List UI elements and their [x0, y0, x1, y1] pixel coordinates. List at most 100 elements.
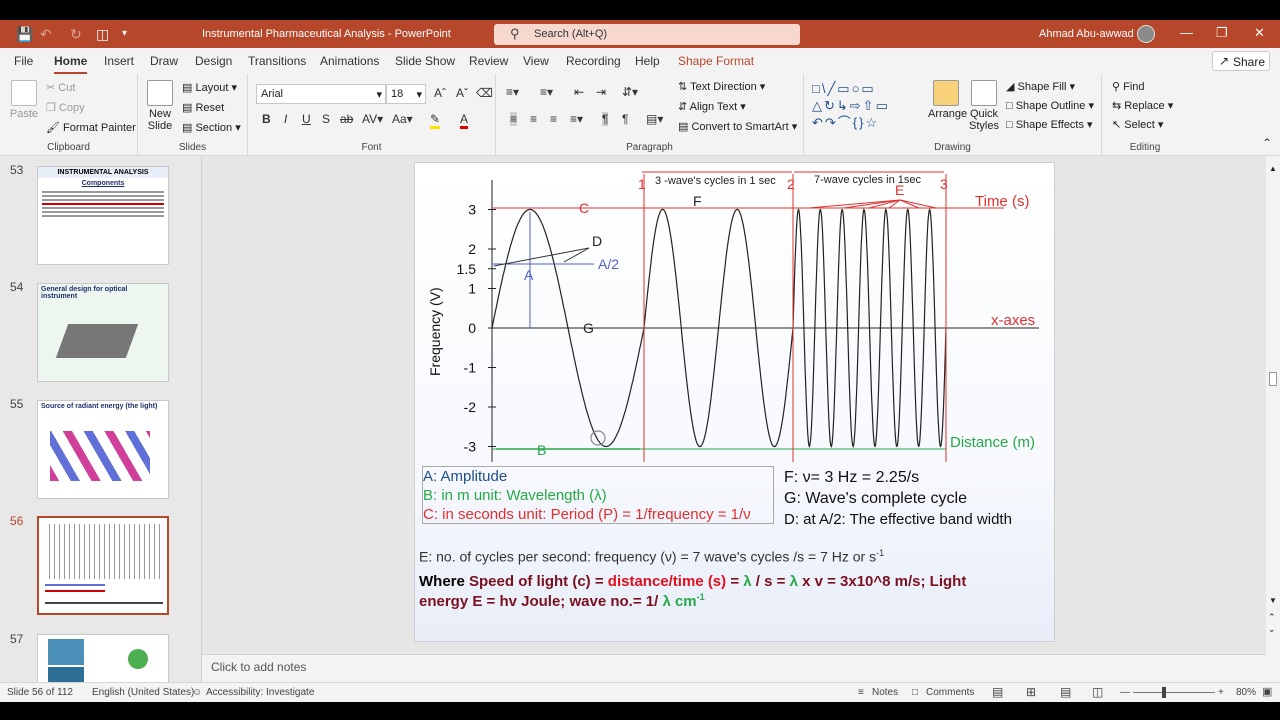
font-name-select[interactable]: Arial ▾: [256, 84, 386, 104]
close-icon[interactable]: ✕: [1254, 25, 1265, 41]
tab-recording[interactable]: Recording: [566, 54, 621, 68]
copy-button[interactable]: ❐ Copy: [46, 101, 85, 114]
notes-pane[interactable]: Click to add notes: [202, 654, 1266, 682]
save-icon[interactable]: 💾: [16, 26, 33, 43]
italic-icon[interactable]: I: [284, 112, 287, 126]
notes-icon[interactable]: ≡: [858, 687, 864, 698]
tab-draw[interactable]: Draw: [150, 54, 178, 68]
scroll-up-icon[interactable]: ▲: [1269, 164, 1277, 173]
reset-button[interactable]: ▤ Reset: [182, 101, 224, 114]
tab-file[interactable]: File: [14, 54, 33, 68]
bold-icon[interactable]: B: [262, 112, 271, 126]
slide-thumbnail-57[interactable]: [37, 634, 169, 684]
next-slide-icon[interactable]: ⌄: [1268, 624, 1276, 635]
slide-sorter-icon[interactable]: ⊞: [1026, 685, 1036, 699]
convert-smartart-button[interactable]: ▤ Convert to SmartArt ▾: [678, 120, 797, 133]
tab-view[interactable]: View: [523, 54, 549, 68]
numbering-icon[interactable]: ≡▾: [540, 85, 553, 99]
normal-view-icon[interactable]: ▤: [992, 685, 1003, 699]
avatar[interactable]: [1137, 25, 1155, 43]
columns-icon[interactable]: ▤▾: [646, 112, 663, 126]
underline-icon[interactable]: U: [302, 112, 311, 126]
rtl-icon[interactable]: ¶: [622, 112, 628, 126]
paste-button[interactable]: Paste: [8, 80, 40, 120]
slide-thumbnail-54[interactable]: General design for optical instrument: [37, 283, 169, 382]
tab-animations[interactable]: Animations: [320, 54, 379, 68]
redo-icon[interactable]: ↻: [70, 26, 82, 43]
reading-view-icon[interactable]: ▤: [1060, 685, 1071, 699]
zoom-out-icon[interactable]: —: [1120, 687, 1130, 698]
shadow-icon[interactable]: S: [322, 112, 330, 126]
tab-insert[interactable]: Insert: [104, 54, 134, 68]
zoom-level[interactable]: 80%: [1236, 687, 1256, 698]
zoom-slider[interactable]: [1133, 692, 1215, 693]
increase-font-icon[interactable]: Aˆ: [434, 86, 446, 100]
decrease-font-icon[interactable]: Aˇ: [456, 86, 468, 100]
strikethrough-icon[interactable]: ab: [340, 112, 353, 126]
bullets-icon[interactable]: ≡▾: [506, 85, 519, 99]
fit-to-window-icon[interactable]: ▣: [1262, 685, 1272, 698]
collapse-ribbon-icon[interactable]: ⌃: [1262, 136, 1272, 150]
comments-button[interactable]: Comments: [926, 687, 974, 698]
line-spacing-icon[interactable]: ⇵▾: [622, 85, 638, 99]
present-icon[interactable]: ◫: [96, 26, 109, 43]
zoom-slider-thumb[interactable]: [1162, 687, 1166, 698]
layout-button[interactable]: ▤ Layout ▾: [182, 81, 237, 94]
replace-button[interactable]: ⇆ Replace ▾: [1112, 99, 1173, 112]
font-size-select[interactable]: 18 ▾: [386, 84, 426, 104]
vertical-scrollbar[interactable]: ▲ ▼ ⌃ ⌄: [1266, 156, 1280, 682]
undo-icon[interactable]: ↶: [40, 26, 52, 43]
ltr-icon[interactable]: ¶: [602, 112, 609, 126]
tab-design[interactable]: Design: [195, 54, 232, 68]
tab-review[interactable]: Review: [469, 54, 508, 68]
cut-button[interactable]: ✂ Cut: [46, 81, 75, 94]
restore-icon[interactable]: ❐: [1216, 25, 1228, 41]
slide-thumbnail-53[interactable]: INSTRUMENTAL ANALYSIS Components: [37, 166, 169, 265]
font-color-icon[interactable]: A: [460, 112, 469, 129]
language-indicator[interactable]: English (United States): [92, 687, 194, 698]
scroll-thumb[interactable]: [1269, 372, 1277, 386]
minimize-icon[interactable]: —: [1180, 25, 1193, 40]
tab-slide-show[interactable]: Slide Show: [395, 54, 455, 68]
find-button[interactable]: ⚲ Find: [1112, 80, 1145, 93]
select-button[interactable]: ↖ Select ▾: [1112, 118, 1163, 131]
previous-slide-icon[interactable]: ⌃: [1268, 612, 1276, 623]
slideshow-icon[interactable]: ◫: [1092, 685, 1103, 699]
section-button[interactable]: ▤ Section ▾: [182, 121, 241, 134]
shapes-gallery[interactable]: □\╱▭○▭ △↻↳⇨⇧▭ ↶↷⌒{}☆: [812, 80, 926, 134]
slide-thumbnail-56[interactable]: [37, 516, 169, 615]
tab-shape-format[interactable]: Shape Format: [678, 54, 754, 68]
align-right-icon[interactable]: ≡: [550, 112, 557, 126]
arrange-button[interactable]: Arrange: [928, 80, 967, 120]
accessibility-icon[interactable]: ☺: [192, 687, 202, 698]
highlight-icon[interactable]: ✎: [430, 112, 441, 129]
tab-transitions[interactable]: Transitions: [248, 54, 306, 68]
search-box[interactable]: ⚲ Search (Alt+Q): [494, 24, 800, 45]
notes-button[interactable]: Notes: [872, 687, 898, 698]
shape-effects-button[interactable]: □ Shape Effects ▾: [1006, 118, 1093, 131]
accessibility-status[interactable]: Accessibility: Investigate: [206, 687, 314, 698]
clear-formatting-icon[interactable]: ⌫: [476, 86, 493, 100]
zoom-in-icon[interactable]: +: [1218, 687, 1224, 698]
tab-home[interactable]: Home: [54, 54, 88, 74]
slide-thumbnail-55[interactable]: Source of radiant energy (the light): [37, 400, 169, 499]
align-center-icon[interactable]: ≡: [530, 112, 537, 126]
format-painter-button[interactable]: 🖌 Format Painter: [46, 121, 136, 134]
shape-outline-button[interactable]: □ Shape Outline ▾: [1006, 99, 1094, 112]
text-direction-button[interactable]: ⇅ Text Direction ▾: [678, 80, 765, 93]
tab-help[interactable]: Help: [635, 54, 660, 68]
scroll-down-icon[interactable]: ▼: [1269, 596, 1277, 605]
user-name[interactable]: Ahmad Abu-awwad: [1039, 28, 1134, 40]
comments-icon[interactable]: □: [912, 687, 918, 698]
align-left-icon[interactable]: ≡: [510, 112, 518, 126]
change-case-icon[interactable]: Aa▾: [392, 112, 413, 126]
decrease-indent-icon[interactable]: ⇤: [574, 85, 584, 99]
customize-quick-access-icon[interactable]: ▾: [122, 28, 127, 39]
new-slide-button[interactable]: New Slide: [144, 80, 176, 132]
quick-styles-button[interactable]: Quick Styles: [966, 80, 1002, 132]
character-spacing-icon[interactable]: AV▾: [362, 112, 383, 126]
align-text-button[interactable]: ⇵ Align Text ▾: [678, 100, 746, 113]
increase-indent-icon[interactable]: ⇥: [596, 85, 606, 99]
shape-fill-button[interactable]: ◢ Shape Fill ▾: [1006, 80, 1075, 93]
share-button[interactable]: ↗ Share: [1212, 51, 1270, 71]
